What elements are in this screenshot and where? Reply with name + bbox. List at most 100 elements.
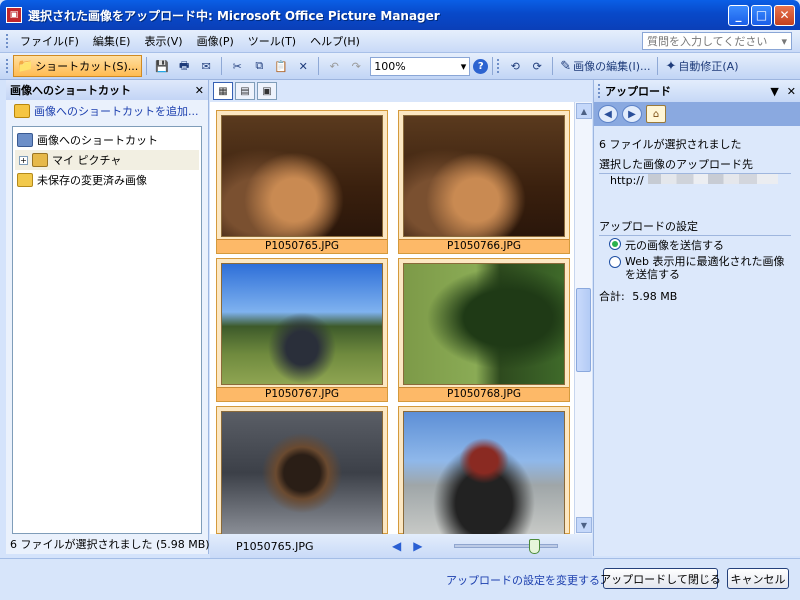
save-icon: 💾 xyxy=(155,59,170,73)
paste-button[interactable]: 📋 xyxy=(270,55,292,77)
scrollbar-thumb[interactable] xyxy=(576,288,591,372)
copy-icon: ⧉ xyxy=(255,59,264,72)
tree-item-unsaved-edits[interactable]: 未保存の変更済み画像 xyxy=(15,170,199,190)
toolbar-grip[interactable] xyxy=(497,59,500,73)
help-icon[interactable]: ? xyxy=(473,58,489,74)
upload-pane-title: アップロード xyxy=(605,85,671,98)
tree-item-label: 未保存の変更済み画像 xyxy=(37,174,147,187)
single-view-button[interactable]: ▣ xyxy=(257,82,277,100)
thumbnail-item[interactable]: P1050766.JPG xyxy=(398,110,570,254)
add-shortcut-label: 画像へのショートカットを追加... xyxy=(34,105,199,118)
shortcut-button[interactable]: 📁 ショートカット(S)... xyxy=(13,55,143,77)
back-arrow-icon[interactable]: ◀ xyxy=(598,105,618,123)
tree-item-shortcuts[interactable]: 画像へのショートカット xyxy=(15,130,199,150)
print-button[interactable]: 🖶 xyxy=(173,55,195,77)
current-filename: P1050765.JPG xyxy=(236,539,314,553)
thumbnail-item[interactable] xyxy=(216,406,388,534)
toolbar-separator xyxy=(657,57,659,75)
edit-picture-icon: ✎ xyxy=(560,58,572,74)
cut-button[interactable]: ✂ xyxy=(226,55,248,77)
tree-item-my-pictures[interactable]: + マイ ピクチャ xyxy=(15,150,199,170)
photo-park-rotated xyxy=(403,263,565,385)
thumbnail-item[interactable]: P1050767.JPG xyxy=(216,258,388,402)
option-label-continued: を送信する xyxy=(625,268,680,281)
toolbar-grip[interactable] xyxy=(6,59,9,73)
single-picture-icon: ▣ xyxy=(262,85,272,97)
option-send-original[interactable]: 元の画像を送信する xyxy=(609,237,724,253)
files-selected-count: 6 ファイルが選択されました xyxy=(599,138,742,151)
close-window-button[interactable]: ✕ xyxy=(774,4,795,26)
thumbnail-item[interactable] xyxy=(398,406,570,534)
upload-destination-url[interactable]: http:// xyxy=(610,174,644,187)
edit-picture-button[interactable]: ✎ 画像の編集(I)... xyxy=(557,55,653,77)
home-icon[interactable]: ⌂ xyxy=(646,105,666,123)
previous-picture-icon[interactable]: ◀ xyxy=(392,539,401,553)
menubar-grip[interactable] xyxy=(6,34,9,48)
rotate-right-button[interactable]: ⟳ xyxy=(526,55,548,77)
next-picture-icon[interactable]: ▶ xyxy=(413,539,422,553)
total-value: 5.98 MB xyxy=(632,290,678,303)
picture-manager-app-icon: ▣ xyxy=(6,7,22,23)
print-icon: 🖶 xyxy=(179,58,190,72)
copy-button[interactable]: ⧉ xyxy=(248,55,270,77)
redacted-url xyxy=(648,174,778,184)
close-pane-icon[interactable]: ✕ xyxy=(787,85,796,98)
toolbar-separator xyxy=(552,57,554,75)
zoom-value: 100% xyxy=(374,59,406,73)
forward-arrow-icon[interactable]: ▶ xyxy=(622,105,642,123)
toolbar-separator xyxy=(221,57,223,75)
auto-correct-button[interactable]: ✦ 自動修正(A) xyxy=(662,55,741,77)
menu-edit[interactable]: 編集(E) xyxy=(86,33,138,49)
save-button[interactable]: 💾 xyxy=(151,55,173,77)
scroll-up-arrow[interactable]: ▲ xyxy=(576,103,592,119)
radio-selected[interactable] xyxy=(609,238,621,250)
thumbnail-grid[interactable]: P1050765.JPG P1050766.JPG P1050767.JPG P… xyxy=(210,102,578,534)
scroll-down-arrow[interactable]: ▼ xyxy=(576,517,592,533)
undo-button[interactable]: ↶ xyxy=(323,55,345,77)
expand-icon[interactable]: + xyxy=(19,155,28,165)
zoom-select[interactable]: 100% ▾ xyxy=(370,56,471,76)
add-shortcut-link[interactable]: 画像へのショートカットを追加... xyxy=(6,100,208,122)
upload-destination-label: 選択した画像のアップロード先 xyxy=(599,156,791,174)
thumbnail-item[interactable]: P1050768.JPG xyxy=(398,258,570,402)
maximize-button[interactable]: □ xyxy=(751,4,772,26)
minimize-button[interactable]: _ xyxy=(728,4,749,26)
toolbar-separator xyxy=(492,57,494,75)
menu-help[interactable]: ヘルプ(H) xyxy=(303,33,367,49)
thumbnail-size-slider[interactable] xyxy=(454,539,558,554)
delete-button[interactable]: ✕ xyxy=(292,55,314,77)
cancel-button[interactable]: キャンセル xyxy=(727,568,789,589)
chevron-down-icon[interactable]: ▾ xyxy=(781,35,787,48)
shortcut-tree[interactable]: 画像へのショートカット + マイ ピクチャ 未保存の変更済み画像 xyxy=(12,126,202,534)
change-upload-settings-link[interactable]: アップロードの設定を変更する... xyxy=(446,572,611,588)
standard-toolbar: 📁 ショートカット(S)... 💾 🖶 ✉ ✂ ⧉ 📋 ✕ ↶ ↷ 100% ▾… xyxy=(0,53,800,80)
option-label: 元の画像を送信する xyxy=(625,239,724,252)
menu-picture[interactable]: 画像(P) xyxy=(190,33,241,49)
pane-menu-chevron-icon[interactable]: ▼ xyxy=(770,85,778,98)
view-mode-tabs: ▦ ▤ ▣ xyxy=(210,80,592,102)
upload-and-close-button[interactable]: アップロードして閉じる xyxy=(600,568,721,589)
photo-puppy xyxy=(221,411,383,534)
thumbnail-item[interactable]: P1050765.JPG xyxy=(216,110,388,254)
thumbnail-view-button[interactable]: ▦ xyxy=(213,82,233,100)
radio-unselected[interactable] xyxy=(609,256,621,268)
redo-button[interactable]: ↷ xyxy=(345,55,367,77)
menu-tools[interactable]: ツール(T) xyxy=(241,33,303,49)
pane-grip[interactable] xyxy=(598,84,601,98)
option-send-web-optimized[interactable]: Web 表示用に最適化された画像 を送信する xyxy=(609,255,784,281)
shortcuts-icon xyxy=(17,133,33,147)
title-bar: ▣ 選択された画像をアップロード中: Microsoft Office Pict… xyxy=(0,0,800,30)
help-search-input[interactable]: 質問を入力してください ▾ xyxy=(642,32,792,50)
shortcuts-pane-title: 画像へのショートカット xyxy=(10,84,131,97)
email-button[interactable]: ✉ xyxy=(195,55,217,77)
menu-view[interactable]: 表示(V) xyxy=(137,33,189,49)
email-icon: ✉ xyxy=(201,59,211,73)
thumbnail-scrollbar[interactable]: ▲ ▼ xyxy=(574,102,592,534)
add-folder-icon xyxy=(14,104,30,118)
menu-file[interactable]: ファイル(F) xyxy=(13,33,86,49)
slider-handle[interactable] xyxy=(529,539,540,554)
filmstrip-view-button[interactable]: ▤ xyxy=(235,82,255,100)
close-pane-icon[interactable]: ✕ xyxy=(195,84,204,97)
bottom-action-bar: アップロードの設定を変更する... アップロードして閉じる キャンセル xyxy=(0,558,800,600)
rotate-left-button[interactable]: ⟲ xyxy=(504,55,526,77)
